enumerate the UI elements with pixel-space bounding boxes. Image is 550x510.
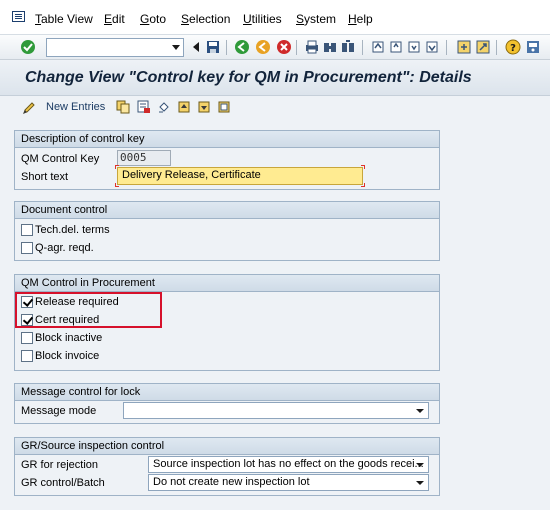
gr-for-rejection-label: GR for rejection [21, 459, 99, 471]
select-all-icon[interactable] [217, 100, 231, 114]
find-icon[interactable] [322, 39, 338, 55]
command-field[interactable] [46, 38, 184, 57]
qm-control-key-label: QM Control Key [21, 153, 100, 165]
group-message-control-for-lock: Message control for lock Message mode [14, 383, 440, 424]
app-menu-icon[interactable] [12, 11, 25, 22]
gr-for-rejection-value: Source inspection lot has no effect on t… [153, 458, 424, 470]
group-title: GR/Source inspection control [15, 438, 439, 455]
title-bar: Change View "Control key for QM in Procu… [0, 60, 550, 96]
standard-toolbar: ? [0, 34, 550, 60]
group-title: Description of control key [15, 131, 439, 148]
block-invoice-row: Block invoice [21, 349, 99, 363]
menu-bar: Table View Edit Goto Selection Utilities… [0, 0, 550, 34]
undo-change-icon[interactable] [157, 100, 171, 114]
previous-entry-icon[interactable] [177, 100, 191, 114]
menu-edit[interactable]: Edit [104, 12, 125, 26]
customize-layout-icon[interactable] [525, 39, 541, 55]
page-title: Change View "Control key for QM in Procu… [25, 69, 472, 86]
qm-control-key-field: 0005 [117, 150, 171, 166]
cancel-icon[interactable] [276, 39, 292, 55]
group-description-of-control-key: Description of control key QM Control Ke… [14, 130, 440, 190]
copy-as-icon[interactable] [116, 100, 130, 114]
previous-page-icon[interactable] [388, 39, 404, 55]
command-field-dropdown-arrow-icon[interactable] [172, 45, 180, 50]
message-mode-label: Message mode [21, 405, 97, 417]
menu-selection[interactable]: Selection [181, 12, 230, 26]
back-icon[interactable] [234, 39, 250, 55]
help-icon[interactable]: ? [505, 39, 521, 55]
group-title: Message control for lock [15, 384, 439, 401]
new-entries-button[interactable]: New Entries [46, 101, 105, 113]
block-inactive-checkbox[interactable] [21, 332, 33, 344]
group-title: Document control [15, 202, 439, 219]
menu-help[interactable]: Help [348, 12, 373, 26]
collapse-left-icon[interactable] [188, 39, 204, 55]
exit-icon[interactable] [255, 39, 271, 55]
gr-control-batch-value: Do not create new inspection lot [153, 476, 310, 488]
enter-checkmark-icon[interactable] [20, 39, 36, 55]
q-agr-reqd-row: Q-agr. reqd. [21, 241, 94, 255]
find-next-icon[interactable] [340, 39, 356, 55]
short-text-label: Short text [21, 171, 69, 183]
gr-for-rejection-dropdown[interactable]: Source inspection lot has no effect on t… [148, 456, 429, 473]
q-agr-reqd-label: Q-agr. reqd. [35, 242, 94, 254]
save-icon[interactable] [205, 39, 221, 55]
new-session-icon[interactable] [456, 39, 472, 55]
block-inactive-label: Block inactive [35, 332, 103, 344]
menu-goto[interactable]: Goto [140, 12, 166, 26]
group-document-control: Document control Tech.del. terms Q-agr. … [14, 201, 440, 261]
dropdown-arrow-icon[interactable] [416, 481, 424, 485]
menu-table-view[interactable]: Table View [35, 12, 93, 26]
delete-icon[interactable] [137, 100, 151, 114]
menu-utilities[interactable]: Utilities [243, 12, 282, 26]
gr-control-batch-label: GR control/Batch [21, 477, 105, 489]
first-page-icon[interactable] [370, 39, 386, 55]
tech-del-terms-checkbox[interactable] [21, 224, 33, 236]
short-text-input[interactable]: Delivery Release, Certificate [117, 167, 363, 185]
block-inactive-row: Block inactive [21, 331, 102, 345]
tech-del-terms-row: Tech.del. terms [21, 223, 110, 237]
q-agr-reqd-checkbox[interactable] [21, 242, 33, 254]
svg-text:?: ? [510, 43, 516, 54]
print-icon[interactable] [304, 39, 320, 55]
group-title: QM Control in Procurement [15, 275, 439, 292]
group-gr-source-inspection-control: GR/Source inspection control GR for reje… [14, 437, 440, 496]
next-page-icon[interactable] [406, 39, 422, 55]
dropdown-arrow-icon[interactable] [416, 409, 424, 413]
tech-del-terms-label: Tech.del. terms [35, 224, 110, 236]
application-toolbar: New Entries [0, 96, 550, 120]
menu-system[interactable]: System [296, 12, 336, 26]
block-invoice-label: Block invoice [35, 350, 100, 362]
highlight-annotation-box [15, 292, 162, 328]
dropdown-arrow-icon[interactable] [416, 463, 424, 467]
create-shortcut-icon[interactable] [475, 39, 491, 55]
block-invoice-checkbox[interactable] [21, 350, 33, 362]
gr-control-batch-dropdown[interactable]: Do not create new inspection lot [148, 474, 429, 491]
message-mode-dropdown[interactable] [123, 402, 429, 419]
display-change-pencil-icon[interactable] [21, 100, 37, 116]
last-page-icon[interactable] [424, 39, 440, 55]
next-entry-icon[interactable] [197, 100, 211, 114]
